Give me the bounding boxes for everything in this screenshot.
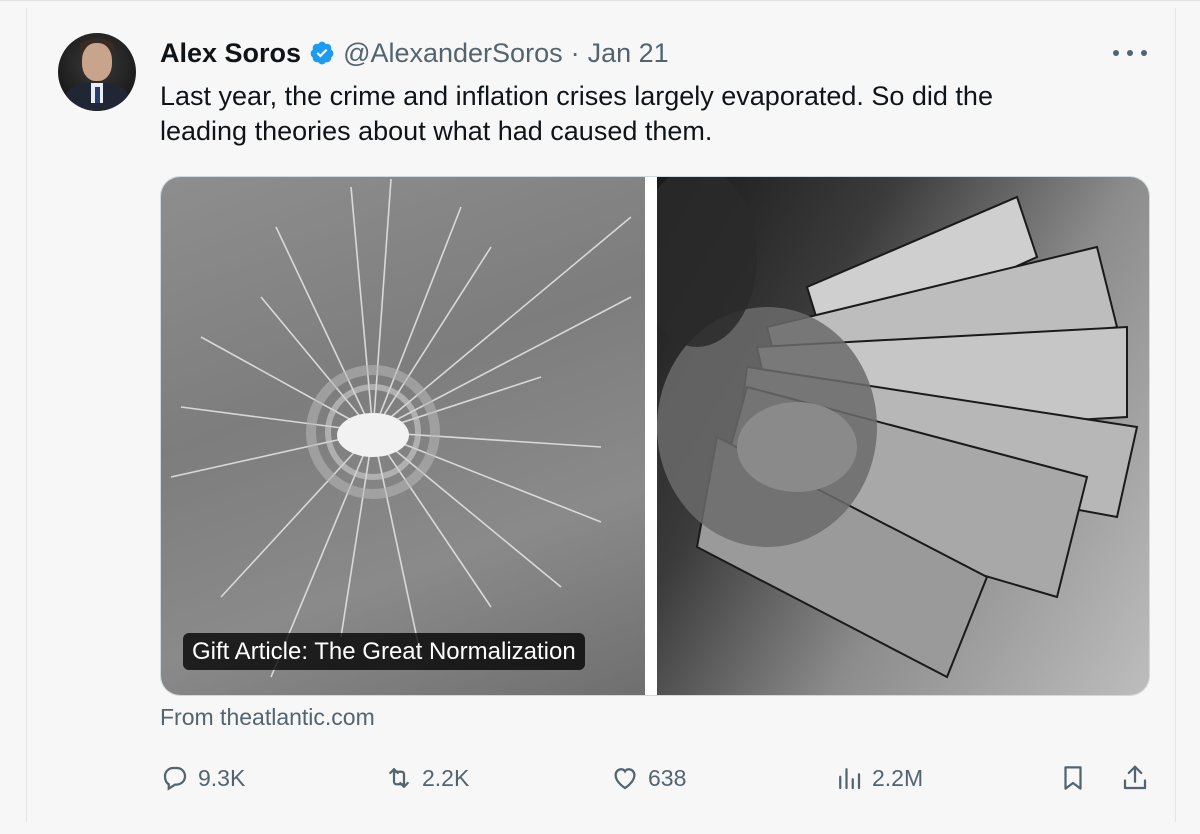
author-handle[interactable]: @AlexanderSoros [343,38,563,69]
link-card-media[interactable] [160,176,1150,696]
money-in-hand-image [657,177,1149,695]
link-source[interactable]: From theatlantic.com [160,704,375,731]
tweet-text-line: Last year, the crime and inflation crise… [160,81,993,111]
repost-count: 2.2K [422,764,470,791]
separator-dot: · [570,37,580,68]
like-count: 638 [648,764,687,791]
share-icon [1123,765,1147,790]
banknotes [657,177,1139,679]
tweet-header: Alex Soros @AlexanderSoros · Jan 21 [160,33,669,73]
reply-icon [163,766,187,791]
like-button[interactable]: 638 [610,758,686,798]
share-button[interactable] [1120,758,1150,798]
media-divider [645,177,657,695]
more-options-icon[interactable] [1113,40,1147,66]
link-card-title[interactable]: Gift Article: The Great Normalization [183,633,585,670]
analytics-icon [839,768,861,790]
views-button[interactable]: 2.2M [834,758,923,798]
heart-icon [614,768,636,790]
reply-button[interactable]: 9.3K [160,758,245,798]
crack-lines [170,178,632,678]
avatar[interactable] [58,33,136,111]
bookmark-icon [1064,766,1082,790]
tweet-date[interactable]: Jan 21 [588,38,669,69]
tweet-text-line: leading theories about what had caused t… [160,116,713,146]
action-bar: 9.3K 2.2K 638 2.2M [160,758,1150,798]
shattered-glass-image [161,177,645,695]
reply-count: 9.3K [198,764,246,791]
repost-button[interactable]: 2.2K [384,758,469,798]
tweet-text: Last year, the crime and inflation crise… [160,79,1120,149]
verified-badge-icon [310,41,334,65]
view-count: 2.2M [872,764,924,791]
bookmark-button[interactable] [1058,758,1088,798]
top-divider [0,0,1200,1]
repost-icon [389,768,409,788]
author-name[interactable]: Alex Soros [160,38,301,69]
